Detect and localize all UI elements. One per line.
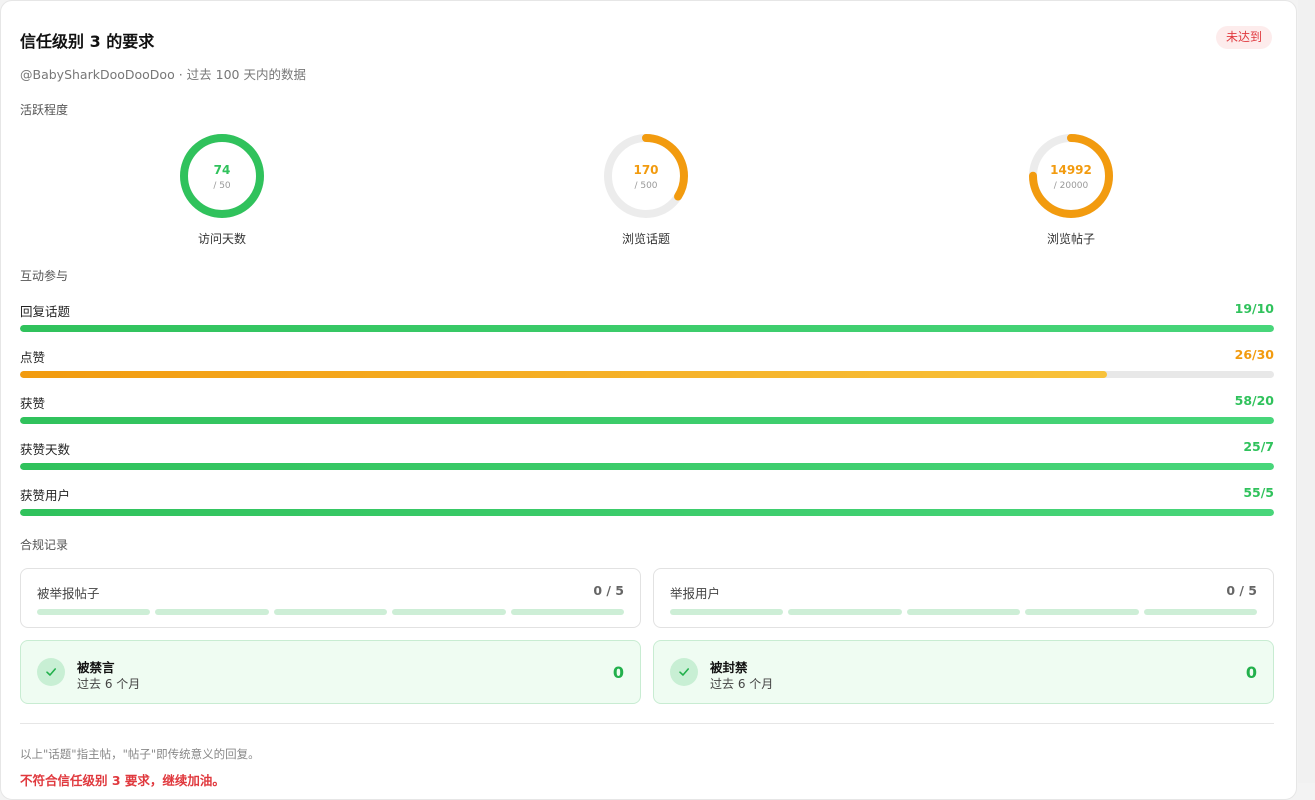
section-label-compliance: 合规记录 [20, 538, 69, 552]
ring-value: 14992 [1050, 163, 1092, 177]
bar-track [20, 509, 1274, 516]
status-value: 0 [1245, 663, 1257, 682]
status-title: 被封禁 [710, 660, 748, 675]
bar-value: 58/20 [1234, 393, 1274, 408]
segment [1025, 609, 1139, 615]
ring-chart: 74 / 50 [180, 134, 264, 218]
bar-like-days: 获赞天数 25/7 [20, 439, 1274, 470]
segment-bar [37, 609, 625, 615]
ring-target: / 20000 [1054, 181, 1089, 191]
bar-value: 55/5 [1243, 485, 1274, 500]
segment [37, 609, 151, 615]
bar-value: 26/30 [1234, 347, 1274, 362]
bar-label: 获赞天数 [20, 442, 71, 457]
ring-target: / 50 [213, 181, 231, 191]
ring-target: / 500 [634, 181, 657, 191]
bar-reply-topics: 回复话题 19/10 [20, 301, 1274, 332]
segment [273, 609, 388, 615]
footnote: 以上"话题"指主帖，"帖子"即传统意义的回复。 [20, 747, 260, 761]
bar-label: 回复话题 [20, 304, 71, 319]
box-value: 0 / 5 [1226, 583, 1257, 598]
bar-likes-given: 点赞 26/30 [20, 347, 1274, 378]
suspended-status-box: 被封禁 过去 6 个月 0 [653, 640, 1274, 704]
status-subtitle: 过去 6 个月 [710, 677, 774, 691]
bar-fill [20, 325, 1274, 332]
box-label: 被举报帖子 [37, 586, 100, 601]
divider [20, 723, 1274, 724]
ring-caption: 浏览帖子 [1046, 232, 1095, 246]
box-value: 0 / 5 [593, 583, 624, 598]
bar-label: 点赞 [20, 350, 46, 365]
ring-value: 170 [633, 163, 658, 177]
bar-label: 获赞 [20, 396, 46, 411]
segment [392, 609, 506, 615]
bar-fill [20, 417, 1274, 424]
segment [510, 609, 625, 615]
ring-browse-topics: 170 / 500 浏览话题 [581, 132, 711, 247]
status-badge: 未达到 [1215, 26, 1272, 49]
bar-track [20, 371, 1274, 378]
ring-browse-posts: 14992 / 20000 浏览帖子 [1006, 132, 1136, 247]
segment [788, 609, 902, 615]
segment [906, 609, 1021, 615]
segment [155, 609, 269, 615]
page-title: 信任级别 3 的要求 [20, 32, 155, 51]
bar-fill [20, 371, 1108, 378]
scrollbar-gutter [1298, 0, 1315, 783]
bar-value: 25/7 [1243, 439, 1274, 454]
trust-level-card: 信任级别 3 的要求 未达到 @BabySharkDooDooDoo · 过去 … [0, 0, 1297, 800]
status-value: 0 [612, 663, 624, 682]
ring-caption: 访问天数 [197, 232, 246, 246]
check-icon [37, 658, 65, 686]
ring-visit-days: 74 / 50 访问天数 [157, 132, 287, 247]
box-label: 举报用户 [670, 586, 721, 601]
status-title: 被禁言 [77, 660, 115, 675]
bar-value: 19/10 [1234, 301, 1274, 316]
ring-value: 74 [214, 163, 231, 177]
reported-users-box: 举报用户 0 / 5 [653, 568, 1274, 628]
section-label-activity: 活跃程度 [20, 103, 69, 117]
status-subtitle: 过去 6 个月 [77, 677, 141, 691]
ring-chart: 170 / 500 [604, 134, 688, 218]
reported-posts-box: 被举报帖子 0 / 5 [20, 568, 641, 628]
bar-likes-received: 获赞 58/20 [20, 393, 1274, 424]
ring-caption: 浏览话题 [621, 232, 670, 246]
bar-track [20, 417, 1274, 424]
bar-fill [20, 463, 1274, 470]
section-label-interaction: 互动参与 [20, 269, 69, 283]
ring-chart: 14992 / 20000 [1029, 134, 1113, 218]
bar-track [20, 463, 1274, 470]
check-icon [670, 658, 698, 686]
page-subtitle: @BabySharkDooDooDoo · 过去 100 天内的数据 [20, 67, 306, 82]
bar-label: 获赞用户 [20, 488, 71, 503]
bar-like-users: 获赞用户 55/5 [20, 485, 1274, 516]
segment [1143, 609, 1258, 615]
segment-bar [670, 609, 1258, 615]
bar-track [20, 325, 1274, 332]
segment [670, 609, 784, 615]
warning-message: 不符合信任级别 3 要求，继续加油。 [20, 773, 225, 788]
silenced-status-box: 被禁言 过去 6 个月 0 [20, 640, 641, 704]
bar-fill [20, 509, 1274, 516]
